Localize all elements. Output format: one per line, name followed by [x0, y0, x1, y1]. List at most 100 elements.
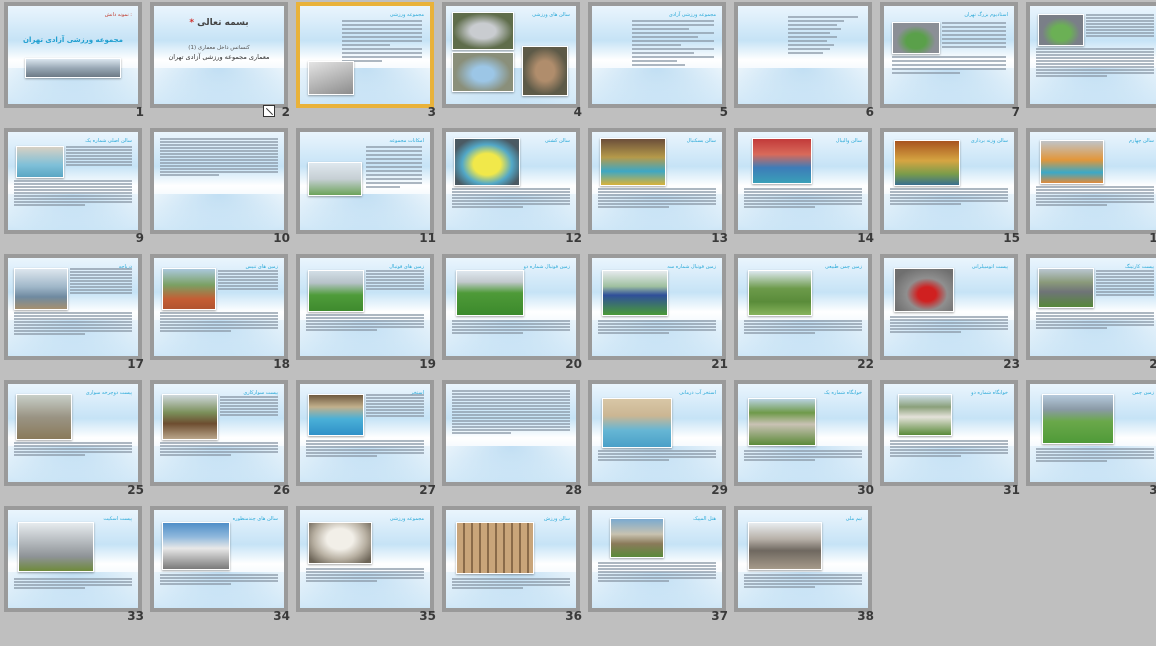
stadium-photo	[25, 58, 121, 78]
slide-number: 20	[565, 357, 582, 371]
slide-title: زمین فوتبال شماره سه	[667, 264, 716, 270]
slide-title: سالن بسکتبال	[686, 138, 716, 144]
slide-title: خوابگاه شماره یک	[823, 390, 862, 396]
slide-number: 13	[711, 231, 728, 245]
aerial-photo	[452, 52, 514, 92]
slide-thumbnail-7[interactable]: استادیوم بزرگ تهران 7	[880, 2, 1026, 124]
karting-track-photo	[1038, 268, 1094, 308]
hotel-photo	[610, 518, 664, 558]
slide-number: 10	[273, 231, 290, 245]
slide-thumbnail-18[interactable]: زمین های تنیس 18	[150, 254, 296, 376]
hall-photo	[16, 146, 64, 178]
building-photo	[456, 522, 534, 574]
slide-thumbnail-35[interactable]: مجموعه ورزشی 35	[296, 506, 442, 628]
slide-number: 33	[127, 609, 144, 623]
slide-thumbnail-30[interactable]: خوابگاه شماره یک 30	[734, 380, 880, 502]
slide-number: 29	[711, 483, 728, 497]
slide-thumbnail-16[interactable]: سالن چهارم 16	[1026, 128, 1156, 250]
slide-thumbnail-3[interactable]: مجموعه ورزشی 3	[296, 2, 442, 124]
slide-title: پیست دوچرخه سواری	[85, 390, 132, 396]
slide-thumbnail-26[interactable]: پیست سوارکاری 26	[150, 380, 296, 502]
pool-photo	[602, 398, 672, 448]
slide-number: 28	[565, 483, 582, 497]
slide-number: 17	[127, 357, 144, 371]
slide-title: زمین چمن طبیعی	[825, 264, 862, 270]
slide-thumbnail-11[interactable]: امکانات مجموعه 11	[296, 128, 442, 250]
slide-number: 37	[711, 609, 728, 623]
slide-title: سالن ورزش	[544, 516, 570, 522]
grass-field-photo	[748, 270, 812, 316]
slide-title: استادیوم بزرگ تهران	[964, 12, 1008, 18]
slide-number: 31	[1003, 483, 1020, 497]
slide-number: 32	[1149, 483, 1156, 497]
slide-thumbnail-17[interactable]: دریاچه 17	[4, 254, 150, 376]
slide-thumbnail-25[interactable]: پیست دوچرخه سواری 25	[4, 380, 150, 502]
slide-thumbnail-34[interactable]: سالن های چندمنظوره 34	[150, 506, 296, 628]
slide-number: 19	[419, 357, 436, 371]
hall-photo	[1040, 140, 1104, 184]
slide-corner-text: نمونه دانش :	[104, 12, 132, 18]
building-photo	[308, 61, 354, 95]
slide-thumbnail-2[interactable]: * بسمه تعالی کنسانس داخل معماری (1) معما…	[150, 2, 296, 124]
slide-title: تیم ملی	[845, 516, 862, 522]
slide-title: * بسمه تعالی	[189, 18, 249, 28]
slide-thumbnail-19[interactable]: زمین های فوتبال 19	[296, 254, 442, 376]
slide-thumbnail-5[interactable]: مجموعه ورزشی آزادی 5	[588, 2, 734, 124]
slide-number: 7	[1011, 105, 1020, 119]
slide-thumbnail-22[interactable]: زمین چمن طبیعی 22	[734, 254, 880, 376]
dormitory-photo	[748, 398, 816, 446]
grass-field-photo	[1042, 394, 1114, 444]
slide-number: 9	[135, 231, 144, 245]
slide-number: 12	[565, 231, 582, 245]
slide-number: 34	[273, 609, 290, 623]
interior-photo	[308, 522, 372, 564]
slide-title: سالن های ورزشی	[532, 12, 570, 18]
slide-sorter: نمونه دانش : مجموعه ورزشی آزادی تهران 1 …	[0, 0, 1156, 646]
slide-number: 4	[573, 105, 582, 119]
slide-thumbnail-33[interactable]: پیست اسکیت 33	[4, 506, 150, 628]
slide-thumbnail-24[interactable]: پیست کارتینگ 24	[1026, 254, 1156, 376]
aerial-photo	[522, 46, 568, 96]
slide-thumbnail-12[interactable]: سالن کشتی 12	[442, 128, 588, 250]
slide-thumbnail-15[interactable]: سالن وزنه برداری 15	[880, 128, 1026, 250]
slide-number: 18	[273, 357, 290, 371]
slide-number: 25	[127, 483, 144, 497]
slide-number: 23	[1003, 357, 1020, 371]
slide-thumbnail-21[interactable]: زمین فوتبال شماره سه 21	[588, 254, 734, 376]
slide-thumbnail-6[interactable]: 6	[734, 2, 880, 124]
dormitory-photo	[898, 394, 952, 436]
slide-thumbnail-1[interactable]: نمونه دانش : مجموعه ورزشی آزادی تهران 1	[4, 2, 150, 124]
slide-thumbnail-37[interactable]: هتل المپیک 37	[588, 506, 734, 628]
slide-thumbnail-28[interactable]: 28	[442, 380, 588, 502]
building-photo	[748, 522, 822, 570]
slide-number: 14	[857, 231, 874, 245]
weightlifting-hall-photo	[894, 140, 960, 186]
slide-thumbnail-8[interactable]: 8	[1026, 2, 1156, 124]
volleyball-hall-photo	[752, 138, 812, 184]
bmx-photo	[16, 394, 72, 440]
slide-thumbnail-20[interactable]: زمین فوتبال شماره دو 20	[442, 254, 588, 376]
slide-number: 6	[865, 105, 874, 119]
slide-thumbnail-36[interactable]: سالن ورزش 36	[442, 506, 588, 628]
slide-number: 5	[719, 105, 728, 119]
slide-thumbnail-32[interactable]: زمین چمن 32	[1026, 380, 1156, 502]
slide-title: خوابگاه شماره دو	[971, 390, 1008, 396]
slide-thumbnail-10[interactable]: 10	[150, 128, 296, 250]
slide-thumbnail-14[interactable]: سالن والیبال 14	[734, 128, 880, 250]
slide-thumbnail-29[interactable]: استخر آب درمانی 29	[588, 380, 734, 502]
slide-thumbnail-13[interactable]: سالن بسکتبال 13	[588, 128, 734, 250]
slide-thumbnail-27[interactable]: استخر 27	[296, 380, 442, 502]
slide-title: سالن چهارم	[1128, 138, 1154, 144]
slide-thumbnail-4[interactable]: سالن های ورزشی 4	[442, 2, 588, 124]
stadium-photo	[1038, 14, 1084, 46]
slide-thumbnail-9[interactable]: سالن اصلی شماره یک 9	[4, 128, 150, 250]
slide-number: 35	[419, 609, 436, 623]
slide-thumbnail-38[interactable]: تیم ملی 38	[734, 506, 880, 628]
slide-thumbnail-23[interactable]: پیست اتومبیلرانی 23	[880, 254, 1026, 376]
swimming-pool-photo	[308, 394, 364, 436]
slide-title: استخر آب درمانی	[679, 390, 716, 396]
slide-title: امکانات مجموعه	[389, 138, 424, 144]
wrestling-hall-photo	[454, 138, 520, 186]
slide-number: 1	[135, 105, 144, 119]
slide-thumbnail-31[interactable]: خوابگاه شماره دو 31	[880, 380, 1026, 502]
